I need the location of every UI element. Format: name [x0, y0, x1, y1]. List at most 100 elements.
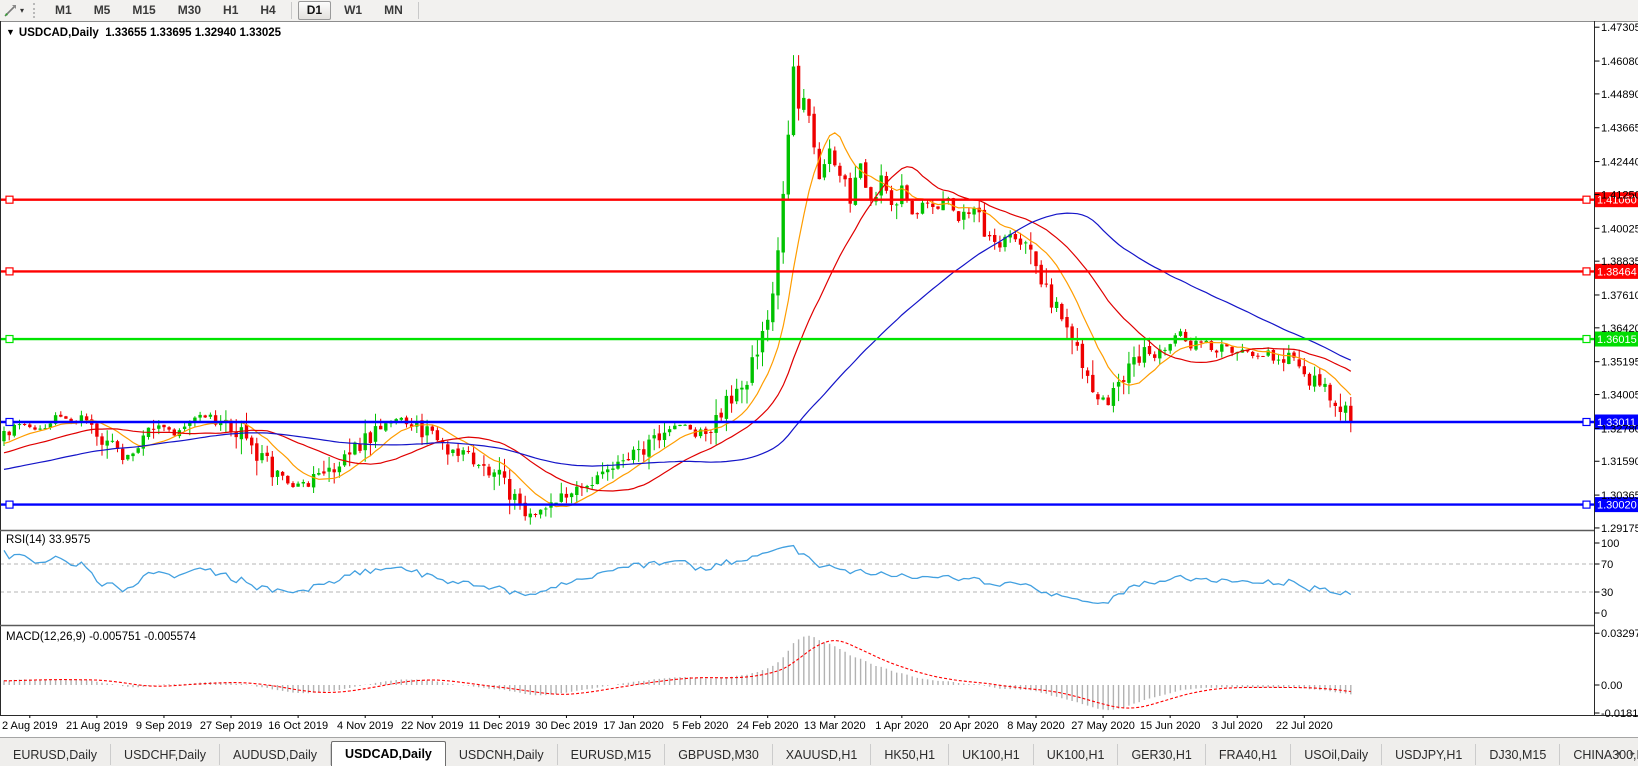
- hline-handle: [5, 267, 14, 276]
- chart-tab-eurusd-m15[interactable]: EURUSD,M15: [558, 744, 666, 765]
- rsi-tick-label: 30: [1601, 587, 1613, 599]
- timeframe-button-h4[interactable]: H4: [251, 1, 284, 20]
- macd-tick-label: 0.032972: [1601, 628, 1638, 640]
- hline-handle: [1582, 267, 1591, 276]
- chart-title-ohlc: 1.33655 1.33695 1.32940 1.33025: [105, 27, 282, 39]
- candlestick-chart: 1.410601.384641.360151.330111.300201.473…: [0, 21, 1638, 721]
- chart-area[interactable]: 1.41060 1.38464 1.36015 1.33011 1.30020 1.473…: [0, 21, 1638, 721]
- date-axis-label: 2 Aug 2019: [1, 720, 58, 732]
- price-tick-label: 1.46080: [1601, 56, 1638, 68]
- hline-handle: [5, 417, 14, 427]
- chart-tab-uk100-h1[interactable]: UK100,H1: [949, 744, 1034, 765]
- price-tick-label: 1.34005: [1601, 390, 1638, 402]
- hline-handle: [5, 334, 14, 344]
- timeframe-button-m1[interactable]: M1: [46, 1, 81, 20]
- hline-handle: [1582, 195, 1591, 204]
- date-axis-label: 3 Jul 2020: [1211, 720, 1263, 732]
- date-axis-label: 11 Dec 2019: [468, 720, 531, 732]
- hline-handle: [5, 195, 14, 204]
- chart-tab-audusd-daily[interactable]: AUDUSD,Daily: [220, 744, 332, 765]
- hline-handle: [5, 500, 14, 509]
- tab-scroll-left-icon[interactable]: ◂: [1616, 748, 1621, 759]
- date-axis-label: 30 Dec 2019: [535, 720, 598, 732]
- toolbar-separator: [417, 2, 419, 19]
- price-tick-label: 1.42440: [1601, 157, 1638, 169]
- hline-price-tag-text: 1.38464: [1597, 266, 1637, 278]
- date-axis-label: 24 Feb 2020: [736, 720, 799, 732]
- cursor-line-tool-icon: [4, 5, 16, 17]
- date-axis-label: 22 Nov 2019: [401, 720, 464, 732]
- date-axis-label: 15 Jun 2020: [1139, 720, 1201, 732]
- chart-tab-dj30-m15[interactable]: DJ30,M15: [1476, 744, 1561, 765]
- date-axis-label: 27 Sep 2019: [199, 720, 263, 732]
- price-tick-label: 1.32780: [1601, 423, 1638, 435]
- mt4-window: ▾ M1 M5 M15 M30 H1 H4 D1 W1 MN 1.41060 1.38464 1.3…: [0, 0, 1638, 766]
- chart-tab-bar: EURUSD,Daily USDCHF,Daily AUDUSD,Daily USDC…: [0, 737, 1638, 766]
- price-tick-label: 1.29175: [1601, 523, 1638, 535]
- chart-tab-usdcad-daily[interactable]: USDCAD,Daily: [331, 741, 446, 766]
- price-tick-label: 1.44890: [1601, 89, 1638, 101]
- hline-handle: [1582, 334, 1591, 344]
- timeframe-button-m15[interactable]: M15: [123, 1, 164, 20]
- chart-title-symbol: USDCAD,Daily: [18, 27, 99, 39]
- macd-tick-label: 0.00: [1601, 680, 1622, 692]
- timeframe-button-w1[interactable]: W1: [335, 1, 371, 20]
- date-axis-label: 4 Nov 2019: [337, 720, 394, 732]
- chart-tab-eurusd-daily[interactable]: EURUSD,Daily: [0, 744, 112, 765]
- chart-tab-gbpusd-m30[interactable]: GBPUSD,M30: [665, 744, 773, 765]
- date-axis-label: 16 Oct 2019: [268, 720, 329, 732]
- timeframe-buttons: M1 M5 M15 M30 H1 H4 D1 W1 MN: [44, 1, 423, 20]
- date-axis-label: 17 Jan 2020: [603, 720, 664, 732]
- date-axis-label: 5 Feb 2020: [672, 720, 729, 732]
- chart-title: ▼ USDCAD,Daily 1.33655 1.33695 1.32940 1.…: [6, 27, 281, 39]
- price-tick-label: 1.37610: [1601, 290, 1638, 302]
- timeframe-toolbar: ▾ M1 M5 M15 M30 H1 H4 D1 W1 MN: [0, 0, 1638, 22]
- rsi-tick-label: 0: [1601, 608, 1607, 620]
- price-tick-label: 1.41250: [1601, 189, 1638, 201]
- chart-tab-xauusd-h1[interactable]: XAUUSD,H1: [773, 744, 872, 765]
- toolbar-gripper[interactable]: [33, 3, 38, 18]
- chart-tab-usdcnh-daily[interactable]: USDCNH,Daily: [446, 744, 558, 765]
- chart-tab-usdjpy-h1[interactable]: USDJPY,H1: [1382, 744, 1477, 765]
- tool-dropdown-caret-icon[interactable]: ▾: [20, 6, 24, 15]
- date-axis-label: 8 May 2020: [1007, 720, 1065, 732]
- timeframe-button-h1[interactable]: H1: [214, 1, 247, 20]
- date-axis-label: 22 Jul 2020: [1275, 720, 1333, 732]
- price-tick-label: 1.47305: [1601, 22, 1638, 34]
- toolbar-separator: [290, 2, 292, 19]
- chart-tab-usoil-daily[interactable]: USOil,Daily: [1291, 744, 1383, 765]
- rsi-tick-label: 100: [1601, 538, 1619, 550]
- rsi-tick-label: 70: [1601, 559, 1613, 571]
- hline-price-tag-text: 1.36015: [1597, 334, 1637, 346]
- chart-tab-ger30-h1[interactable]: GER30,H1: [1118, 744, 1206, 765]
- hline-handle: [1582, 417, 1591, 427]
- price-tick-label: 1.35195: [1601, 357, 1638, 369]
- chart-tab-usdchf-daily[interactable]: USDCHF,Daily: [111, 744, 220, 765]
- date-axis-label: 9 Sep 2019: [135, 720, 193, 732]
- chart-tab-hk50-h1[interactable]: HK50,H1: [871, 744, 950, 765]
- price-tick-label: 1.38835: [1601, 256, 1638, 268]
- macd-indicator-label: MACD(12,26,9) -0.005751 -0.005574: [6, 631, 196, 643]
- timeframe-button-d1[interactable]: D1: [297, 1, 332, 20]
- date-axis-label: 1 Apr 2020: [875, 720, 929, 732]
- chart-tool-button[interactable]: ▾: [0, 0, 26, 21]
- price-tick-label: 1.40025: [1601, 223, 1638, 235]
- date-axis-label: 13 Mar 2020: [803, 720, 866, 732]
- chart-tab-uk100-h1[interactable]: UK100,H1: [1034, 744, 1119, 765]
- chart-background: [0, 21, 1638, 721]
- tab-scroll-right-icon[interactable]: ▸: [1630, 748, 1635, 759]
- hline-handle: [1582, 500, 1591, 509]
- timeframe-button-mn[interactable]: MN: [375, 1, 412, 20]
- date-axis[interactable]: 2 Aug 2019 21 Aug 2019 9 Sep 2019 27 Sep 20…: [0, 718, 1638, 737]
- price-tick-label: 1.43665: [1601, 123, 1638, 135]
- symbol-dropdown-icon[interactable]: ▼: [6, 27, 15, 37]
- timeframe-button-m5[interactable]: M5: [85, 1, 120, 20]
- timeframe-button-m30[interactable]: M30: [169, 1, 210, 20]
- price-tick-label: 1.31590: [1601, 456, 1638, 468]
- price-tick-label: 1.36420: [1601, 323, 1638, 335]
- chart-tab-fra40-h1[interactable]: FRA40,H1: [1206, 744, 1292, 765]
- price-tick-label: 1.30365: [1601, 490, 1638, 502]
- rsi-indicator-label: RSI(14) 33.9575: [6, 534, 91, 546]
- date-axis-label: 20 Apr 2020: [939, 720, 999, 732]
- date-axis-label: 21 Aug 2019: [65, 720, 128, 732]
